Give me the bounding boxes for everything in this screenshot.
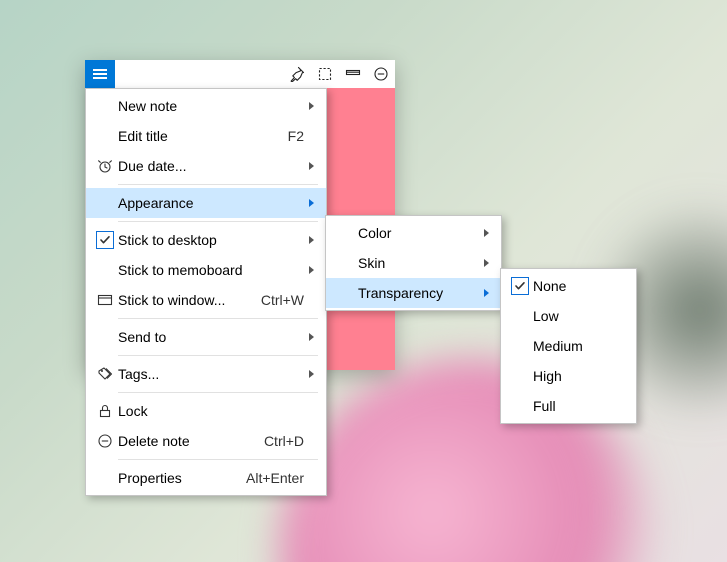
menu-separator (118, 184, 318, 185)
menu-item-label: Due date... (118, 158, 294, 174)
menu-item-new-note[interactable]: New note (86, 91, 326, 121)
menu-item-label: Lock (118, 403, 294, 419)
submenu-arrow-icon (484, 289, 489, 297)
menu-item-label: Skin (358, 255, 479, 271)
menu-item-label: Transparency (358, 285, 479, 301)
note-toolbar (85, 60, 395, 88)
submenu-arrow-icon (484, 259, 489, 267)
pin-icon (289, 66, 305, 82)
menu-item-label: Stick to window... (118, 292, 251, 308)
menu-item-transparency[interactable]: Transparency (326, 278, 501, 308)
selection-icon (317, 66, 333, 82)
menu-item-transparency-low[interactable]: Low (501, 301, 636, 331)
menu-item-label: Delete note (118, 433, 254, 449)
clock-icon (97, 158, 113, 174)
menu-item-tags[interactable]: Tags... (86, 359, 326, 389)
menu-item-label: Full (533, 398, 628, 414)
menu-item-label: Send to (118, 329, 294, 345)
menu-item-transparency-full[interactable]: Full (501, 391, 636, 421)
menu-separator (118, 318, 318, 319)
window-icon (97, 292, 113, 308)
menu-item-transparency-none[interactable]: None (501, 271, 636, 301)
menu-item-stick-desktop[interactable]: Stick to desktop (86, 225, 326, 255)
menu-item-label: None (533, 278, 628, 294)
menu-item-label: Low (533, 308, 628, 324)
menu-item-lock[interactable]: Lock (86, 396, 326, 426)
menu-item-send-to[interactable]: Send to (86, 322, 326, 352)
submenu-transparency: None Low Medium High Full (500, 268, 637, 424)
lock-icon (97, 403, 113, 419)
menu-item-label: Edit title (118, 128, 278, 144)
menu-item-transparency-high[interactable]: High (501, 361, 636, 391)
menu-item-skin[interactable]: Skin (326, 248, 501, 278)
hamburger-icon (93, 69, 107, 79)
menu-item-shortcut: Ctrl+D (254, 433, 304, 449)
minimize-icon (345, 66, 361, 82)
submenu-arrow-icon (309, 102, 314, 110)
menu-button[interactable] (85, 60, 115, 88)
menu-item-stick-memoboard[interactable]: Stick to memoboard (86, 255, 326, 285)
submenu-arrow-icon (484, 229, 489, 237)
menu-item-delete-note[interactable]: Delete note Ctrl+D (86, 426, 326, 456)
menu-item-shortcut: Alt+Enter (236, 470, 304, 486)
tags-icon (97, 366, 113, 382)
submenu-arrow-icon (309, 333, 314, 341)
menu-item-properties[interactable]: Properties Alt+Enter (86, 463, 326, 493)
minimize-button[interactable] (339, 60, 367, 88)
menu-separator (118, 459, 318, 460)
submenu-appearance: Color Skin Transparency (325, 215, 502, 311)
pin-button[interactable] (283, 60, 311, 88)
checkbox-checked-icon (511, 277, 529, 295)
menu-item-shortcut: Ctrl+W (251, 292, 304, 308)
delete-icon (97, 433, 113, 449)
more-button[interactable] (367, 60, 395, 88)
minus-circle-icon (373, 66, 389, 82)
menu-separator (118, 221, 318, 222)
submenu-arrow-icon (309, 266, 314, 274)
menu-item-label: High (533, 368, 628, 384)
menu-item-label: Medium (533, 338, 628, 354)
menu-item-label: New note (118, 98, 294, 114)
menu-item-label: Stick to memoboard (118, 262, 294, 278)
submenu-arrow-icon (309, 236, 314, 244)
menu-item-due-date[interactable]: Due date... (86, 151, 326, 181)
menu-item-color[interactable]: Color (326, 218, 501, 248)
submenu-arrow-icon (309, 162, 314, 170)
menu-item-label: Stick to desktop (118, 232, 294, 248)
menu-item-edit-title[interactable]: Edit title F2 (86, 121, 326, 151)
menu-item-label: Properties (118, 470, 236, 486)
selection-button[interactable] (311, 60, 339, 88)
menu-item-appearance[interactable]: Appearance (86, 188, 326, 218)
menu-item-transparency-medium[interactable]: Medium (501, 331, 636, 361)
checkbox-checked-icon (96, 231, 114, 249)
submenu-arrow-icon (309, 199, 314, 207)
context-menu: New note Edit title F2 Due date... Appea… (85, 88, 327, 496)
menu-item-label: Appearance (118, 195, 294, 211)
submenu-arrow-icon (309, 370, 314, 378)
menu-item-shortcut: F2 (278, 128, 304, 144)
menu-item-label: Color (358, 225, 479, 241)
menu-item-label: Tags... (118, 366, 294, 382)
menu-separator (118, 355, 318, 356)
menu-separator (118, 392, 318, 393)
menu-item-stick-window[interactable]: Stick to window... Ctrl+W (86, 285, 326, 315)
